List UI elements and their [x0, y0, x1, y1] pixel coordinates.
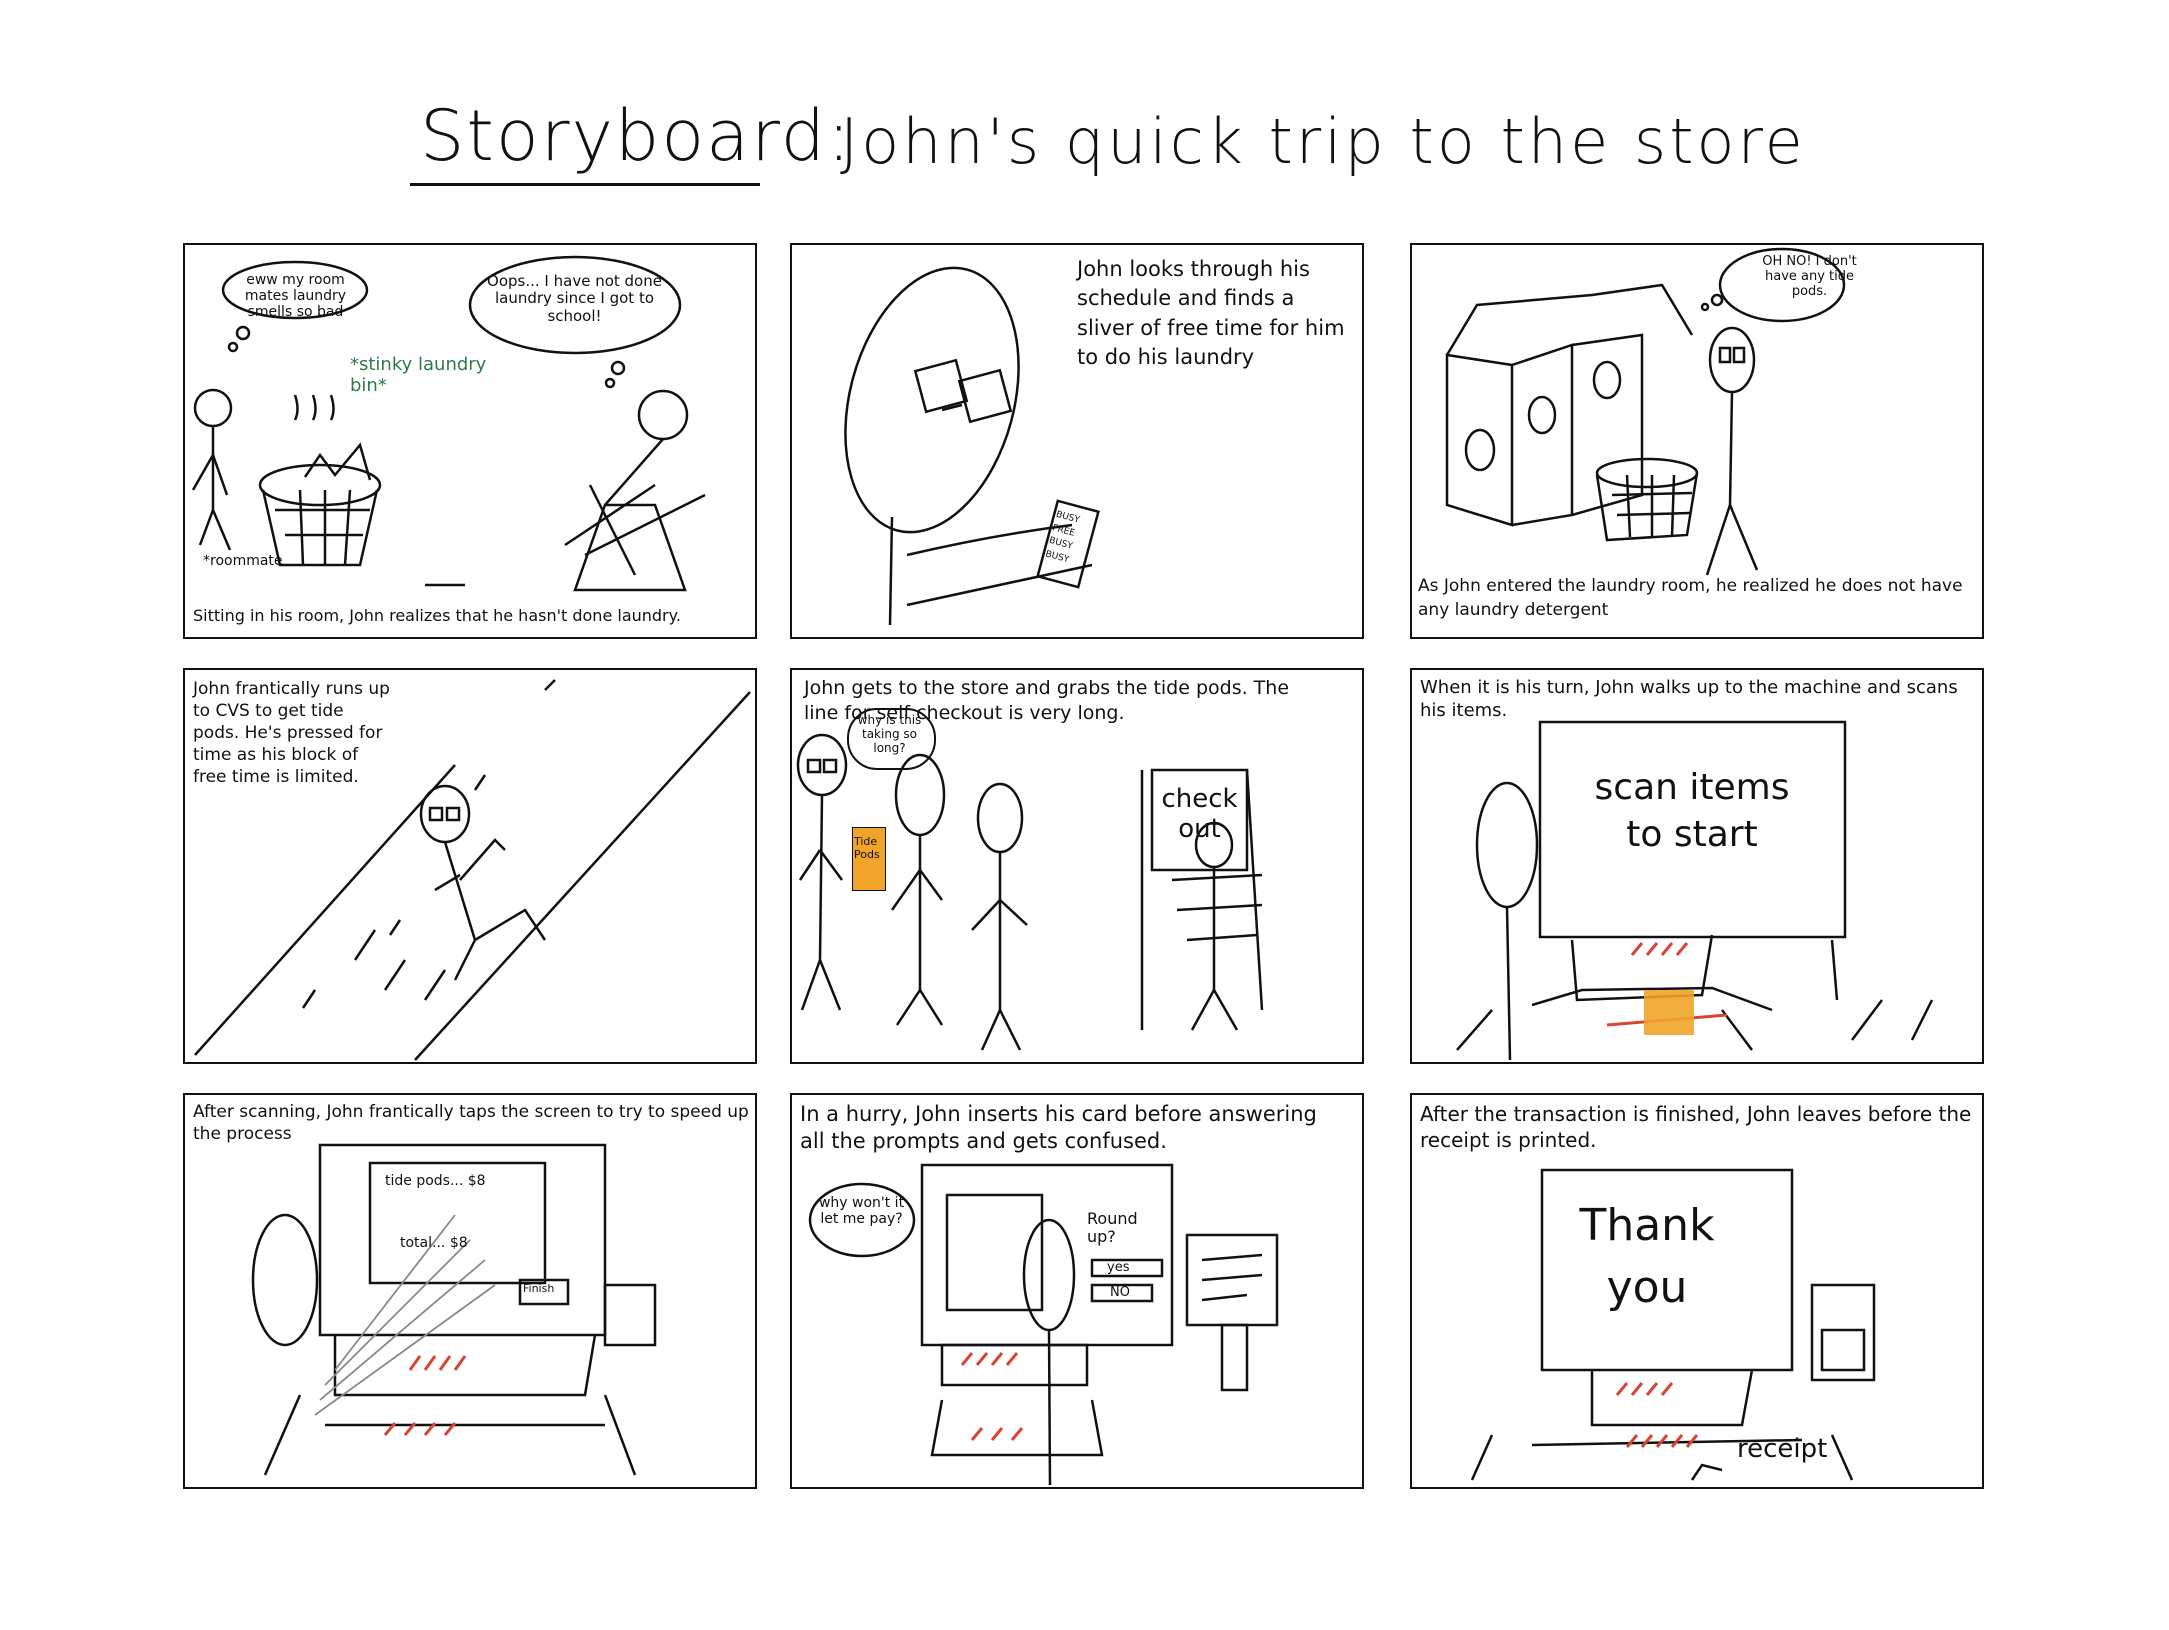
tide-pods-label: Tide Pods [854, 835, 880, 862]
prompt-yes: yes [1107, 1260, 1130, 1275]
john-thought-bubble: Oops... I have not done laundry since I … [487, 272, 662, 325]
roommate-thought-bubble: eww my room mates laundry smells so bad [244, 272, 347, 321]
panel-2-caption: John looks through his schedule and find… [1077, 257, 1345, 370]
round-up-prompt: Round up? [1087, 1209, 1138, 1247]
panel-8-caption: In a hurry, John inserts his card before… [800, 1102, 1317, 1154]
panel-3: OH NO! I don't have any tide pods. As Jo… [1410, 243, 1984, 639]
panel-9: Thank you receipt After the transaction … [1410, 1093, 1984, 1489]
receipt-line-total: total... $8 [400, 1235, 468, 1251]
title-lead: Storyboard: [420, 95, 853, 177]
panel-1-caption: Sitting in his room, John realizes that … [193, 606, 681, 625]
scanner-screen-text: scan items to start [1594, 767, 1790, 855]
panel-7-caption: After scanning, John frantically taps th… [193, 1102, 749, 1145]
title-underline [410, 183, 760, 186]
panel-1: eww my room mates laundry smells so bad … [183, 243, 757, 639]
panel-6-drawing [1456, 720, 1934, 1061]
panel-6: scan items to start When it is his turn,… [1410, 668, 1984, 1064]
prompt-no: NO [1110, 1285, 1130, 1300]
panel-5: Tide Pods why is this taking so long? ch… [790, 668, 1364, 1064]
finish-button: Finish [523, 1282, 555, 1295]
title-rest: John's quick trip to the store [840, 105, 1806, 178]
thank-you-screen: Thank you [1579, 1200, 1715, 1313]
panel-7-drawing [251, 1143, 657, 1476]
receipt-line-tide-pods: tide pods... $8 [385, 1173, 486, 1189]
panel-6-caption: When it is his turn, John walks up to th… [1420, 677, 1958, 722]
roommate-label: *roommate [203, 553, 283, 569]
panel-5-caption: John gets to the store and grabs the tid… [804, 677, 1290, 724]
receipt-label: receipt [1737, 1434, 1828, 1464]
panel-4: John frantically runs up to CVS to get t… [183, 668, 757, 1064]
scanned-tide-pods [1644, 990, 1694, 1035]
panel-3-caption: As John entered the laundry room, he rea… [1418, 576, 1963, 620]
stinky-bin-note: *stinky laundry bin* [350, 354, 487, 396]
checkout-sign: check out [1161, 784, 1238, 844]
panel-7: tide pods... $8 total... $8 Finish After… [183, 1093, 757, 1489]
panel-4-caption: John frantically runs up to CVS to get t… [193, 679, 390, 788]
panel-8: Round up? yes NO why won't it let me pay… [790, 1093, 1364, 1489]
panel-9-caption: After the transaction is finished, John … [1420, 1102, 1972, 1152]
panel-8-thought-bubble: why won't it let me pay? [818, 1195, 905, 1228]
panel-2: BUSY FREE BUSY BUSY John looks through h… [790, 243, 1364, 639]
panel-3-thought-bubble: OH NO! I don't have any tide pods. [1762, 254, 1857, 299]
